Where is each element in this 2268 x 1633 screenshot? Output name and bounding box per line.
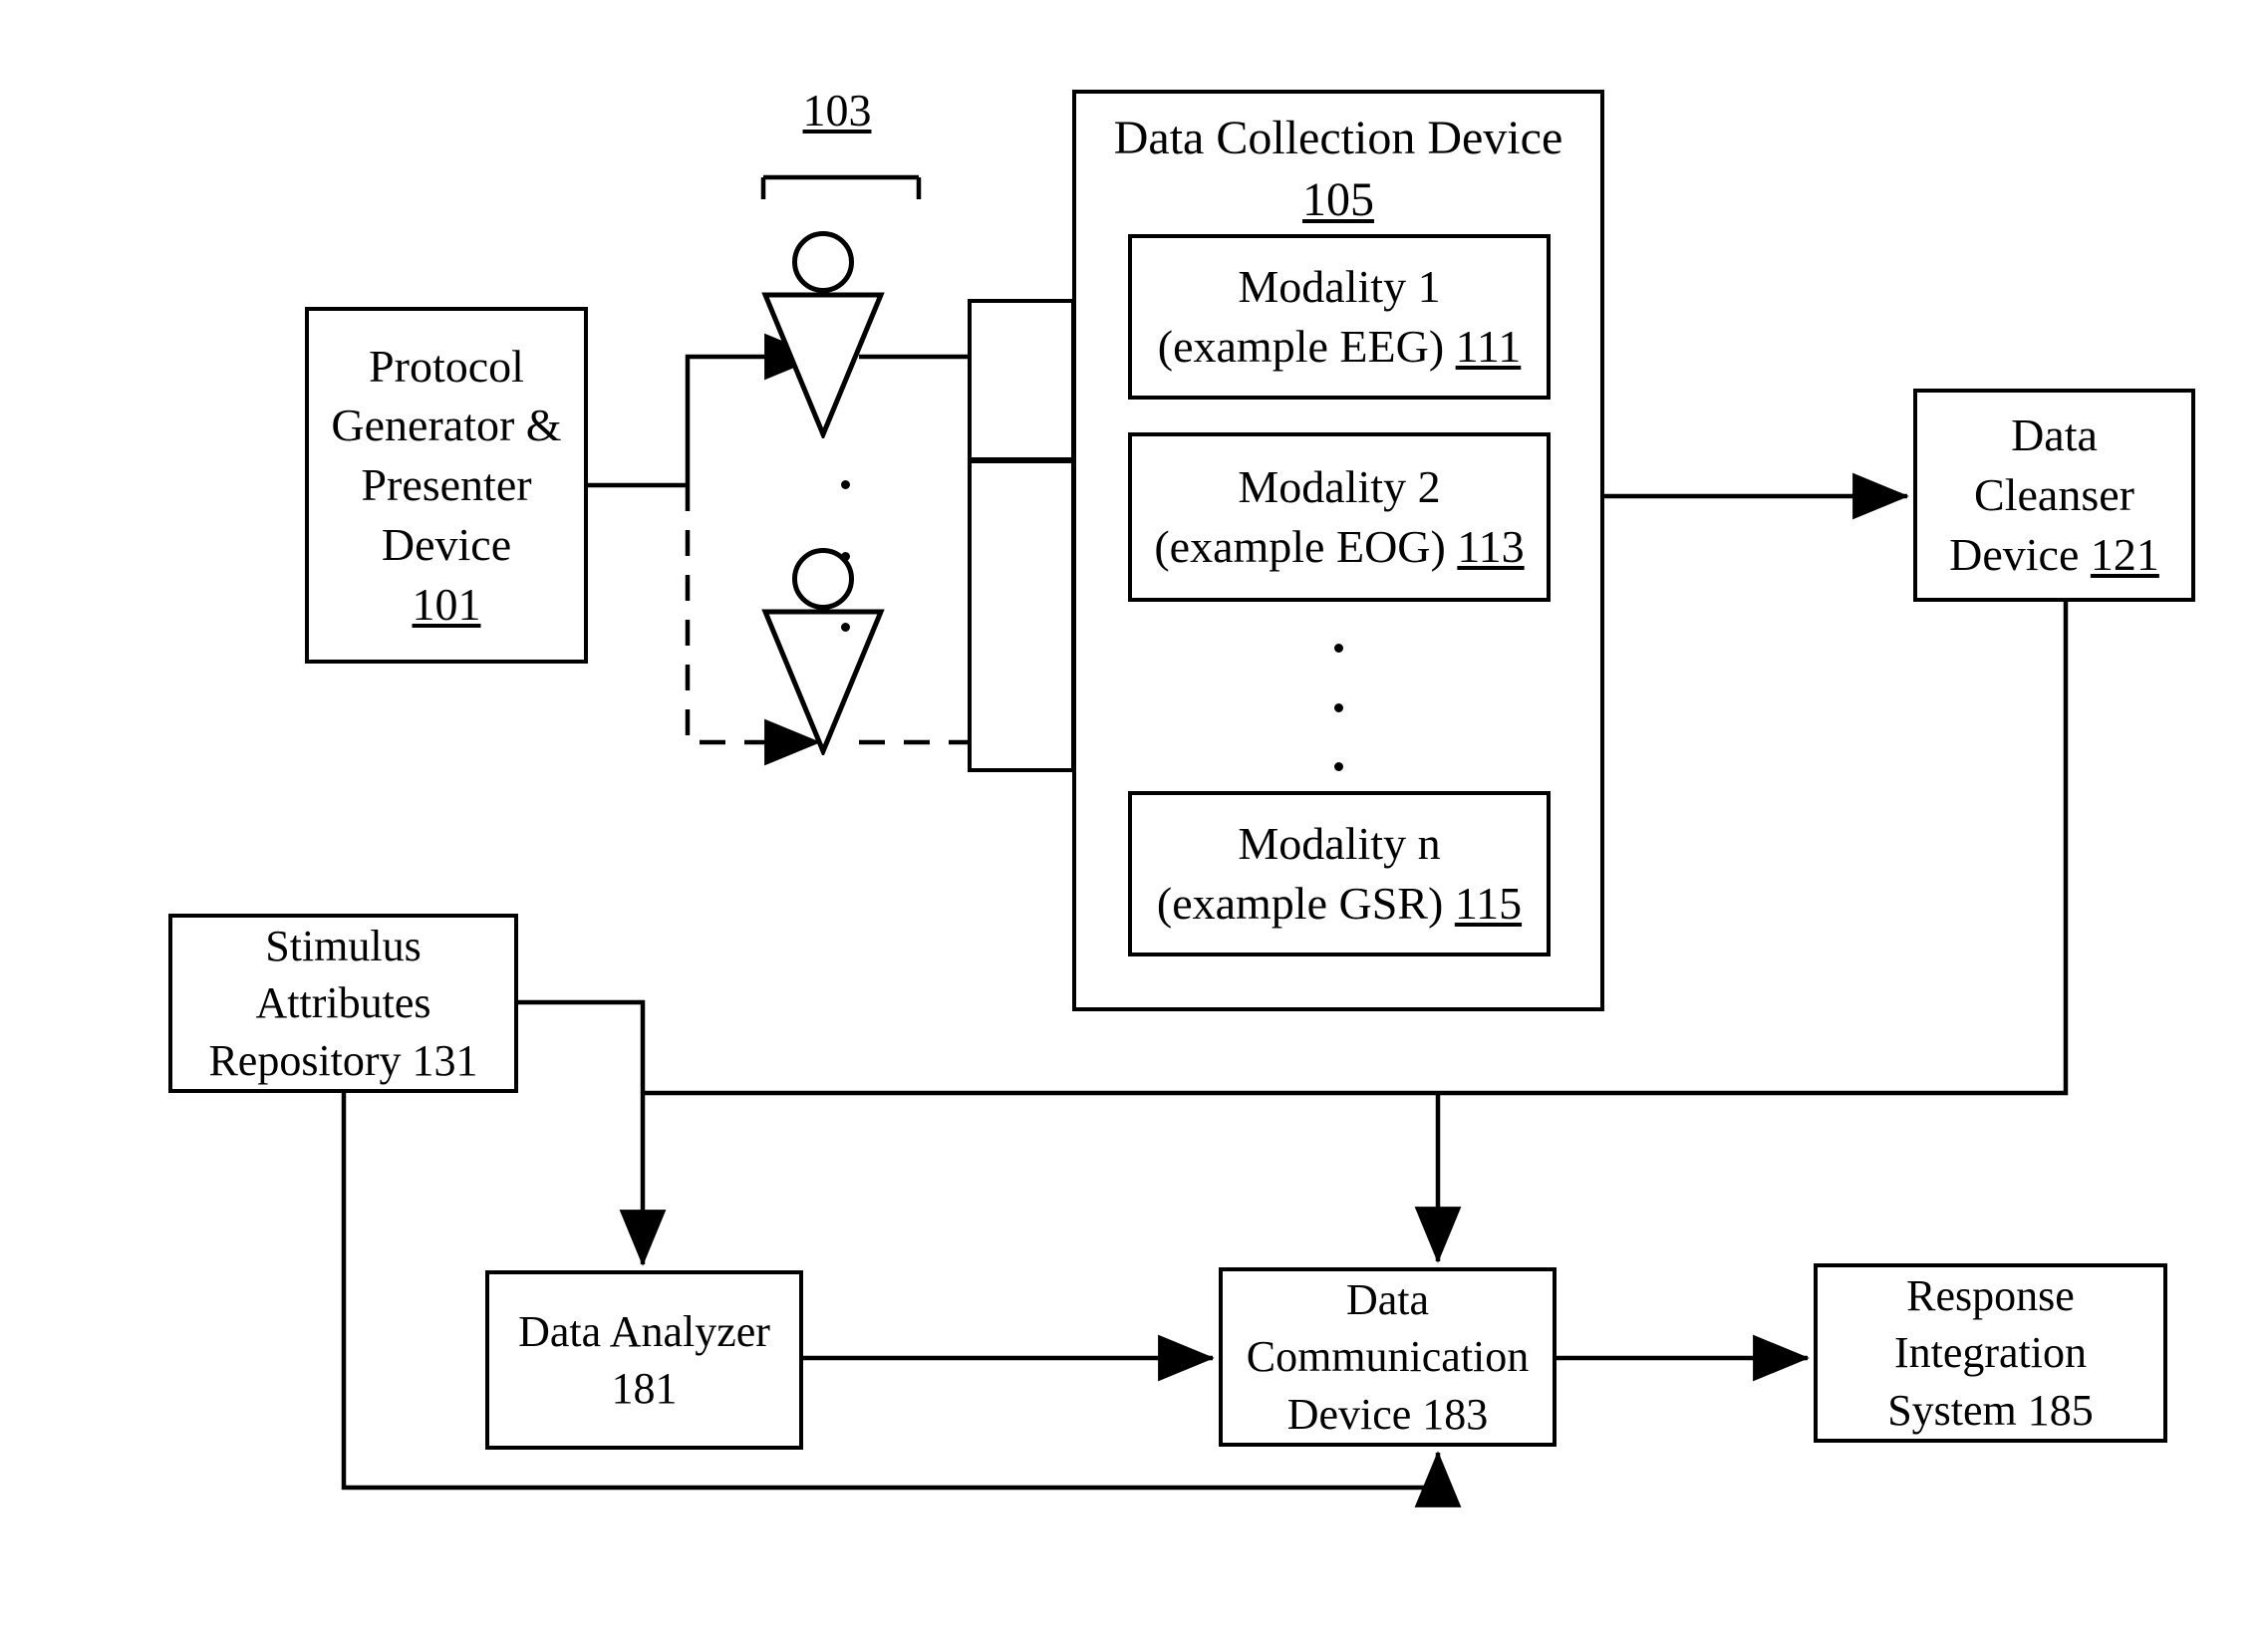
wire-131-to-181	[518, 999, 667, 1266]
ellipsis-dot	[840, 551, 850, 561]
participant-person-icon-1	[755, 231, 891, 438]
person-body-icon	[761, 609, 885, 755]
block-121-line-1: Data	[2011, 409, 2098, 461]
block-101-numeral: 101	[412, 578, 481, 630]
data-communication-device-block[interactable]: Data Communication Device 183	[1219, 1267, 1557, 1447]
block-131-line-3: Repository 131	[208, 1035, 478, 1085]
modality-2-line-2: (example EOG) 113	[1154, 517, 1524, 577]
ellipsis-dot	[840, 480, 850, 489]
block-181-line-1: Data Analyzer	[518, 1306, 770, 1356]
participants-ellipsis	[840, 480, 850, 632]
ref-103-text: 103	[802, 85, 872, 136]
modality-1-example: (example EEG)	[1157, 321, 1445, 372]
block-101-line-1: Protocol	[369, 340, 524, 392]
ellipsis-dot	[840, 623, 850, 632]
block-183-line-2: Communication	[1246, 1332, 1530, 1382]
modality-2-example: (example EOG)	[1154, 521, 1446, 572]
block-183-line-3: Device 183	[1286, 1389, 1489, 1439]
block-101-line-2: Generator &	[331, 400, 562, 451]
block-121-line-2: Cleanser	[1974, 469, 2134, 521]
block-131-line-1: Stimulus	[265, 922, 422, 971]
modality-n-block[interactable]: Modality n (example GSR) 115	[1128, 791, 1551, 956]
block-185-line-3: System 185	[1887, 1385, 2094, 1435]
signal-bus-connector-bottom	[968, 459, 1075, 772]
modality-n-example: (example GSR)	[1156, 878, 1444, 929]
block-181-line-2: 181	[611, 1364, 678, 1413]
figure-canvas: 103 Protocol Generator & Presenter Devic…	[0, 0, 2268, 1633]
block-101-line-3: Presenter	[361, 459, 532, 511]
block-101-line-4: Device	[381, 518, 512, 570]
modality-1-numeral: 111	[1455, 321, 1522, 372]
participant-person-icon-n	[755, 548, 891, 755]
block-121-device-word: Device	[1949, 528, 2080, 580]
modality-n-line-1: Modality n	[1238, 818, 1441, 870]
ellipsis-dot	[1333, 762, 1343, 771]
modality-n-numeral: 115	[1454, 878, 1523, 929]
response-integration-system-block[interactable]: Response Integration System 185	[1814, 1263, 2167, 1443]
data-analyzer-block[interactable]: Data Analyzer 181	[485, 1270, 803, 1450]
modalities-ellipsis	[1333, 644, 1343, 771]
block-121-numeral: 121	[2090, 528, 2159, 580]
block-185-line-1: Response	[1906, 1271, 2075, 1321]
person-head-icon	[792, 231, 854, 293]
bracket-103	[760, 174, 922, 199]
modality-1-line-2: (example EEG) 111	[1158, 317, 1521, 377]
block-105-title: Data Collection Device	[1113, 112, 1563, 164]
block-183-line-1: Data	[1345, 1275, 1430, 1325]
reference-numeral-103: 103	[757, 84, 917, 136]
ellipsis-dot	[1333, 644, 1343, 653]
block-121-line-3: Device 121	[1949, 525, 2159, 585]
protocol-generator-presenter-device-block[interactable]: Protocol Generator & Presenter Device 10…	[305, 307, 588, 664]
block-105-numeral: 105	[1302, 173, 1374, 227]
block-185-line-2: Integration	[1893, 1328, 2088, 1378]
modality-n-line-2: (example GSR) 115	[1157, 874, 1522, 934]
modality-1-block[interactable]: Modality 1 (example EEG) 111	[1128, 234, 1551, 400]
ellipsis-dot	[1333, 702, 1343, 712]
signal-bus-connector-top	[968, 299, 1075, 461]
data-collection-device-block[interactable]: Data Collection Device 105 Modality 1 (e…	[1072, 90, 1604, 1011]
data-cleanser-device-block[interactable]: Data Cleanser Device 121	[1913, 389, 2195, 602]
block-131-line-2: Attributes	[255, 978, 431, 1028]
modality-2-block[interactable]: Modality 2 (example EOG) 113	[1128, 432, 1551, 602]
stimulus-attributes-repository-block[interactable]: Stimulus Attributes Repository 131	[168, 914, 518, 1093]
person-body-icon	[761, 292, 885, 438]
modality-2-line-1: Modality 2	[1238, 461, 1441, 513]
modality-2-numeral: 113	[1457, 521, 1525, 572]
data-collection-device-header: Data Collection Device 105	[1076, 108, 1600, 232]
modality-1-line-1: Modality 1	[1238, 261, 1441, 313]
